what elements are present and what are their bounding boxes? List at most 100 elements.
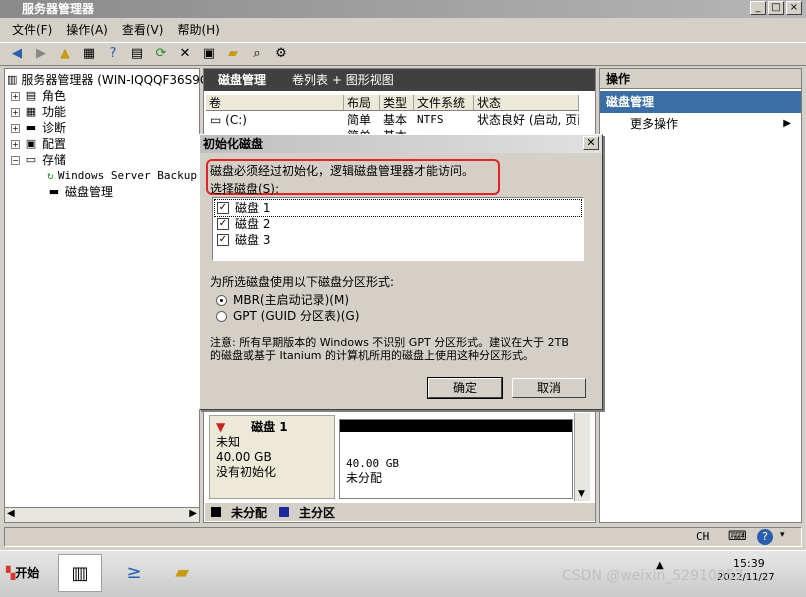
keyboard-icon[interactable]: ⌨ [728, 529, 747, 544]
table-row[interactable]: ▭ (C:) 简单 基本 NTFS 状态良好 (启动, 页面 [206, 112, 579, 128]
panel-title: 磁盘管理 [218, 73, 267, 87]
disk-management-icon: ▬ [48, 185, 60, 198]
unallocated-swatch [211, 507, 221, 517]
menu-help[interactable]: 帮助(H) [177, 20, 219, 40]
disk-list-item[interactable]: ✓ 磁盘 1 [214, 199, 582, 217]
tree-item-features[interactable]: + ▦ 功能 [7, 104, 197, 120]
primary-swatch [279, 507, 290, 517]
expand-icon[interactable]: + [11, 107, 20, 117]
maximize-button[interactable]: □ [768, 1, 784, 15]
radio-selected-icon[interactable] [216, 294, 227, 306]
windows-logo-icon: ▚ [6, 566, 16, 580]
more-actions-item[interactable]: 更多操作 ▶ [600, 113, 801, 135]
panel-view-label: 卷列表 + 图形视图 [292, 73, 394, 87]
refresh-icon[interactable]: ⟳ [152, 45, 170, 63]
open-folder-icon[interactable]: ▰ [224, 45, 242, 63]
menu-view[interactable]: 查看(V) [122, 20, 164, 40]
gpt-option[interactable]: GPT (GUID 分区表)(G) [216, 308, 359, 324]
window-controls: _ □ × [750, 1, 802, 15]
expand-icon[interactable]: + [11, 91, 20, 101]
cancel-button[interactable]: 取消 [512, 378, 586, 398]
legend: 未分配 主分区 [205, 503, 595, 521]
disk-list-item[interactable]: ✓ 磁盘 3 [215, 232, 581, 248]
menu-action[interactable]: 操作(A) [66, 20, 108, 40]
volume-table-header: 卷 布局 类型 文件系统 状态 [206, 95, 579, 111]
folder-icon: ▰ [175, 562, 189, 583]
navigation-tree: ▥ 服务器管理器 (WIN-IQQQF36S9G + ▤ 角色 + ▦ 功能 +… [4, 68, 209, 523]
actions-title: 操作 [600, 69, 801, 89]
settings-icon[interactable]: ⚙ [272, 45, 290, 63]
expand-icon[interactable]: + [11, 139, 20, 149]
col-filesystem[interactable]: 文件系统 [414, 95, 474, 110]
tree-item-storage[interactable]: − ▭ 存储 [7, 152, 197, 168]
tree-item-configuration[interactable]: + ▣ 配置 [7, 136, 197, 152]
col-layout[interactable]: 布局 [344, 95, 380, 110]
scroll-right-icon[interactable]: ▶ [189, 508, 197, 519]
scroll-down-icon[interactable]: ▼ [578, 489, 585, 499]
disk-list-item[interactable]: ✓ 磁盘 2 [215, 216, 581, 232]
storage-icon: ▭ [25, 153, 37, 166]
menu-file[interactable]: 文件(F) [12, 20, 52, 40]
tree-root[interactable]: ▥ 服务器管理器 (WIN-IQQQF36S9G [7, 72, 209, 88]
partition-state: 未分配 [346, 471, 383, 485]
tree-item-roles[interactable]: + ▤ 角色 [7, 88, 197, 104]
disk-info[interactable]: ▼ 磁盘 1 未知 40.00 GB 没有初始化 [209, 415, 335, 499]
scroll-left-icon[interactable]: ◀ [7, 508, 15, 519]
cell-status: 状态良好 (启动, 页面 [477, 113, 579, 127]
tree-horizontal-scrollbar[interactable]: ◀ ▶ [4, 507, 200, 523]
checkbox-checked-icon[interactable]: ✓ [217, 218, 229, 230]
select-disk-label: 选择磁盘(S): [210, 182, 280, 196]
tree-item-label: 存储 [42, 153, 67, 167]
cell-type: 基本 [383, 113, 408, 127]
ok-button[interactable]: 确定 [427, 377, 503, 399]
col-type[interactable]: 类型 [380, 95, 414, 110]
taskbar-explorer[interactable]: ▰ [160, 554, 204, 592]
close-button[interactable]: × [786, 1, 802, 15]
help-icon[interactable]: ? [757, 529, 773, 545]
search-icon[interactable]: ⌕ [248, 45, 266, 63]
checkbox-checked-icon[interactable]: ✓ [217, 202, 229, 214]
initialize-disk-dialog: 初始化磁盘 ✕ 磁盘必须经过初始化，逻辑磁盘管理器才能访问。 选择磁盘(S): … [199, 134, 603, 410]
col-status[interactable]: 状态 [474, 95, 579, 110]
gpt-note: 注意: 所有早期版本的 Windows 不识别 GPT 分区形式。建议在大于 2… [210, 336, 569, 362]
minimize-button[interactable]: _ [750, 1, 766, 15]
panel-header: 磁盘管理 卷列表 + 图形视图 [204, 69, 595, 91]
tray-arrow-icon[interactable]: ▾ [780, 530, 785, 540]
language-indicator[interactable]: CH [696, 530, 709, 543]
show-hide-tree-icon[interactable]: ▦ [80, 45, 98, 63]
tree-item-diagnostics[interactable]: + ▬ 诊断 [7, 120, 197, 136]
col-volume[interactable]: 卷 [206, 95, 344, 110]
properties-icon[interactable]: ▣ [200, 45, 218, 63]
actions-section[interactable]: 磁盘管理 [600, 91, 801, 113]
radio-unselected-icon[interactable] [216, 310, 227, 322]
forward-arrow-icon[interactable]: ▶ [32, 45, 50, 63]
mbr-option[interactable]: MBR(主启动记录)(M) [216, 292, 359, 308]
collapse-icon[interactable]: − [11, 155, 20, 165]
window-titlebar: 服务器管理器 [0, 0, 806, 18]
help-icon[interactable]: ? [104, 45, 122, 63]
tree-item-label: 配置 [42, 137, 67, 151]
up-folder-icon[interactable]: ▲ [56, 45, 74, 63]
tree-item-backup[interactable]: ↻ Windows Server Backup [7, 168, 197, 184]
taskbar-powershell[interactable]: ≥ [112, 554, 156, 592]
tree-item-disk-management[interactable]: ▬ 磁盘管理 [7, 184, 197, 200]
checkbox-checked-icon[interactable]: ✓ [217, 234, 229, 246]
tree-item-label: 诊断 [42, 121, 67, 135]
watermark: CSDN @weixin_52910057 [562, 568, 744, 584]
disk-name: 磁盘 1 [251, 420, 288, 434]
taskbar-server-manager[interactable]: ▥ [58, 554, 102, 592]
dialog-close-button[interactable]: ✕ [583, 136, 599, 150]
back-arrow-icon[interactable]: ◀ [8, 45, 26, 63]
delete-icon[interactable]: ✕ [176, 45, 194, 63]
tree-item-label: 角色 [42, 89, 67, 103]
cell-volume: ▭ (C:) [210, 113, 247, 127]
start-button[interactable]: ▚开始 [2, 554, 50, 592]
action-pane-icon[interactable]: ▤ [128, 45, 146, 63]
dialog-titlebar: 初始化磁盘 ✕ [200, 135, 602, 153]
expand-icon[interactable]: + [11, 123, 20, 133]
disk-vertical-scrollbar[interactable]: ▼ [574, 413, 590, 501]
unallocated-partition[interactable]: 40.00 GB 未分配 [339, 419, 573, 499]
drive-icon: ▭ [210, 113, 226, 127]
roles-icon: ▤ [25, 89, 37, 102]
features-icon: ▦ [25, 105, 37, 118]
